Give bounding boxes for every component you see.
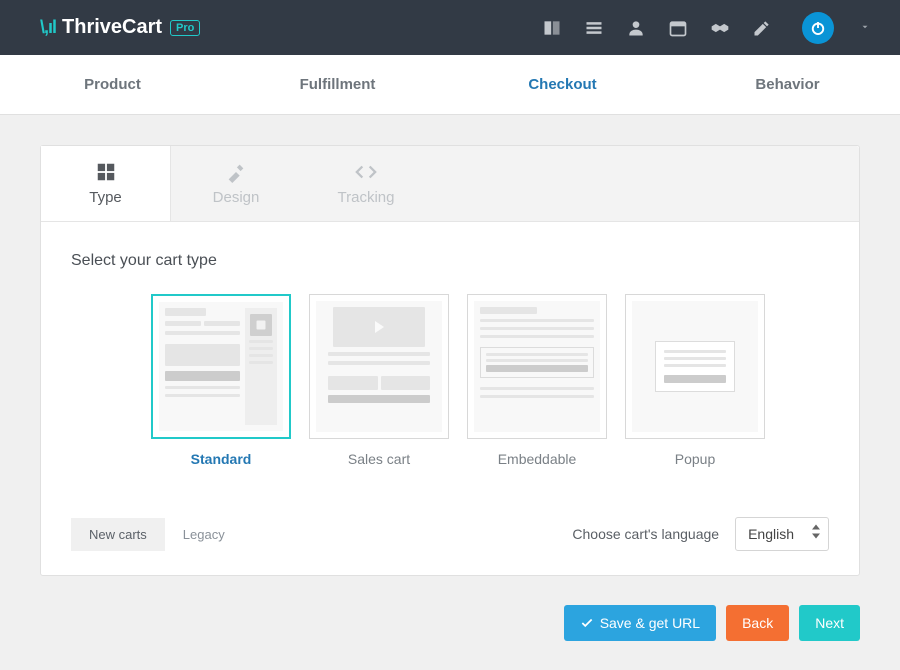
button-label: Save & get URL (600, 615, 700, 631)
sub-tabs: Type Design Tracking (41, 146, 859, 222)
version-tabs: New carts Legacy (71, 518, 243, 551)
user-icon[interactable] (626, 18, 646, 38)
logo-mark-icon: \,ıl (40, 17, 56, 38)
cart-thumb (151, 294, 291, 439)
bottom-row: New carts Legacy Choose cart's language … (71, 517, 829, 551)
next-button[interactable]: Next (799, 605, 860, 641)
cart-thumb (467, 294, 607, 439)
check-icon (580, 616, 594, 630)
topbar: \,ıl ThriveCart Pro (0, 0, 900, 55)
back-button[interactable]: Back (726, 605, 789, 641)
subtab-label: Tracking (338, 189, 395, 206)
panel-icon[interactable] (542, 18, 562, 38)
calendar-icon[interactable] (668, 18, 688, 38)
tab-product[interactable]: Product (0, 55, 225, 114)
section-title: Select your cart type (71, 252, 829, 270)
edit-icon[interactable] (752, 18, 772, 38)
logo[interactable]: \,ıl ThriveCart Pro (40, 16, 200, 39)
cart-type-popup[interactable]: Popup (625, 294, 765, 467)
checkout-panel: Type Design Tracking Select your cart ty… (40, 145, 860, 576)
language-label: Choose cart's language (572, 526, 719, 542)
cart-type-label: Embeddable (498, 451, 577, 467)
save-get-url-button[interactable]: Save & get URL (564, 605, 716, 641)
subtab-label: Type (89, 189, 122, 206)
cart-type-standard[interactable]: Standard (151, 294, 291, 467)
design-icon (225, 161, 247, 183)
subtab-type[interactable]: Type (41, 146, 171, 221)
code-icon (355, 161, 377, 183)
cart-thumb (625, 294, 765, 439)
power-button[interactable] (802, 12, 834, 44)
cart-type-label: Popup (675, 451, 715, 467)
cart-type-grid: Standard Sales cart (71, 294, 829, 467)
cart-thumb (309, 294, 449, 439)
version-tab-legacy[interactable]: Legacy (165, 518, 243, 551)
tab-fulfillment[interactable]: Fulfillment (225, 55, 450, 114)
tab-behavior[interactable]: Behavior (675, 55, 900, 114)
grid-icon (95, 161, 117, 183)
chevron-down-icon[interactable] (860, 19, 870, 37)
subtab-label: Design (213, 189, 260, 206)
subtab-tracking[interactable]: Tracking (301, 146, 431, 221)
pro-badge: Pro (170, 20, 200, 36)
main-tabs: Product Fulfillment Checkout Behavior (0, 55, 900, 115)
cart-type-salescart[interactable]: Sales cart (309, 294, 449, 467)
handshake-icon[interactable] (710, 18, 730, 38)
top-icons (542, 12, 870, 44)
cart-type-label: Standard (191, 451, 252, 467)
subtab-design[interactable]: Design (171, 146, 301, 221)
logo-text: ThriveCart (62, 16, 162, 39)
footer-actions: Save & get URL Back Next (0, 591, 900, 641)
version-tab-new[interactable]: New carts (71, 518, 165, 551)
button-label: Next (815, 615, 844, 631)
cart-type-embeddable[interactable]: Embeddable (467, 294, 607, 467)
button-label: Back (742, 615, 773, 631)
language-select[interactable]: English (735, 517, 829, 551)
cart-type-label: Sales cart (348, 451, 410, 467)
list-icon[interactable] (584, 18, 604, 38)
tab-checkout[interactable]: Checkout (450, 55, 675, 114)
